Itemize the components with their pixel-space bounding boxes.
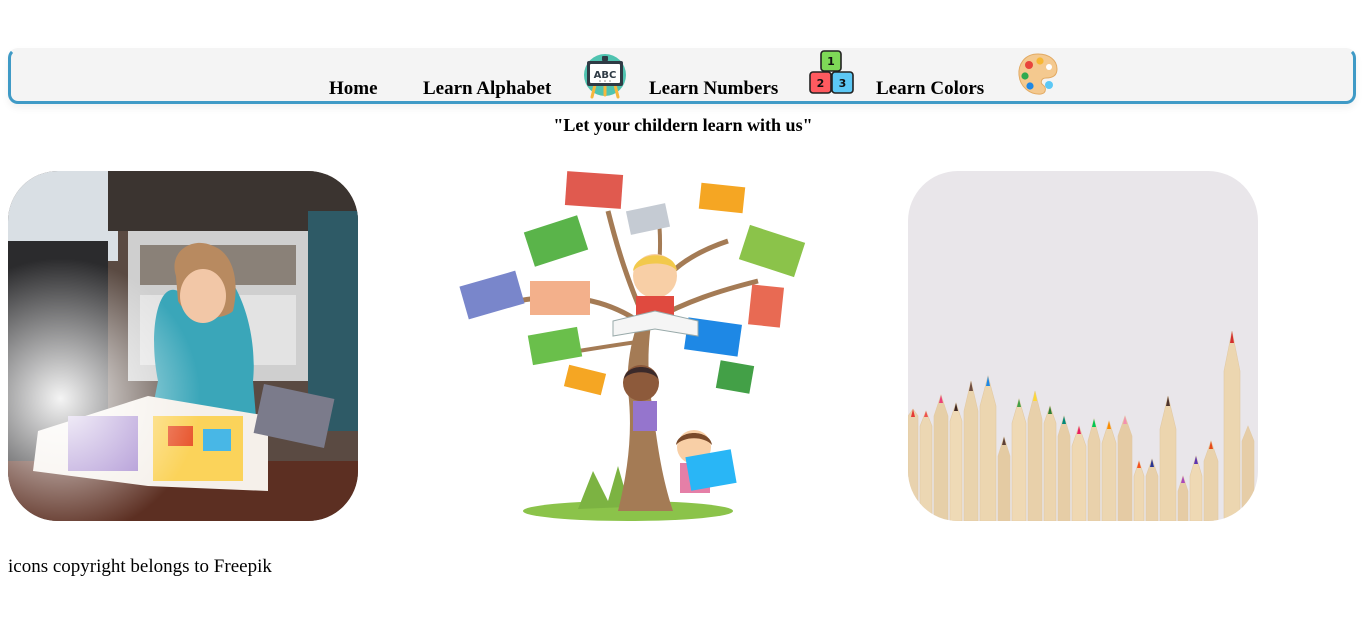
child-reading-picture-book-photo [8, 171, 358, 521]
nav-learn-colors-link[interactable]: Learn Colors [876, 78, 984, 100]
nav-learn-alphabet-link[interactable]: Learn Alphabet [423, 78, 551, 100]
tagline: "Let your childern learn with us" [553, 115, 813, 135]
nav-home-link[interactable]: Home [329, 78, 378, 100]
chalkboard-text: ABC [594, 70, 617, 81]
svg-text:2: 2 [817, 77, 825, 90]
colored-pencils-photo [908, 171, 1258, 521]
reading-tree-illustration [458, 171, 808, 521]
number-blocks-icon[interactable]: 1 2 3 [807, 50, 857, 103]
paint-palette-icon[interactable] [1016, 51, 1060, 102]
icons-copyright-note: icons copyright belongs to Freepik [8, 556, 272, 577]
page: Home Learn Alphabet ABC Learn Numbers 1 [0, 0, 1366, 625]
nav-learn-numbers-link[interactable]: Learn Numbers [649, 78, 778, 100]
chalkboard-abc-icon[interactable]: ABC [583, 51, 627, 104]
top-navbar: Home Learn Alphabet ABC Learn Numbers 1 [8, 48, 1356, 104]
svg-text:1: 1 [827, 55, 835, 68]
svg-text:3: 3 [839, 77, 847, 90]
